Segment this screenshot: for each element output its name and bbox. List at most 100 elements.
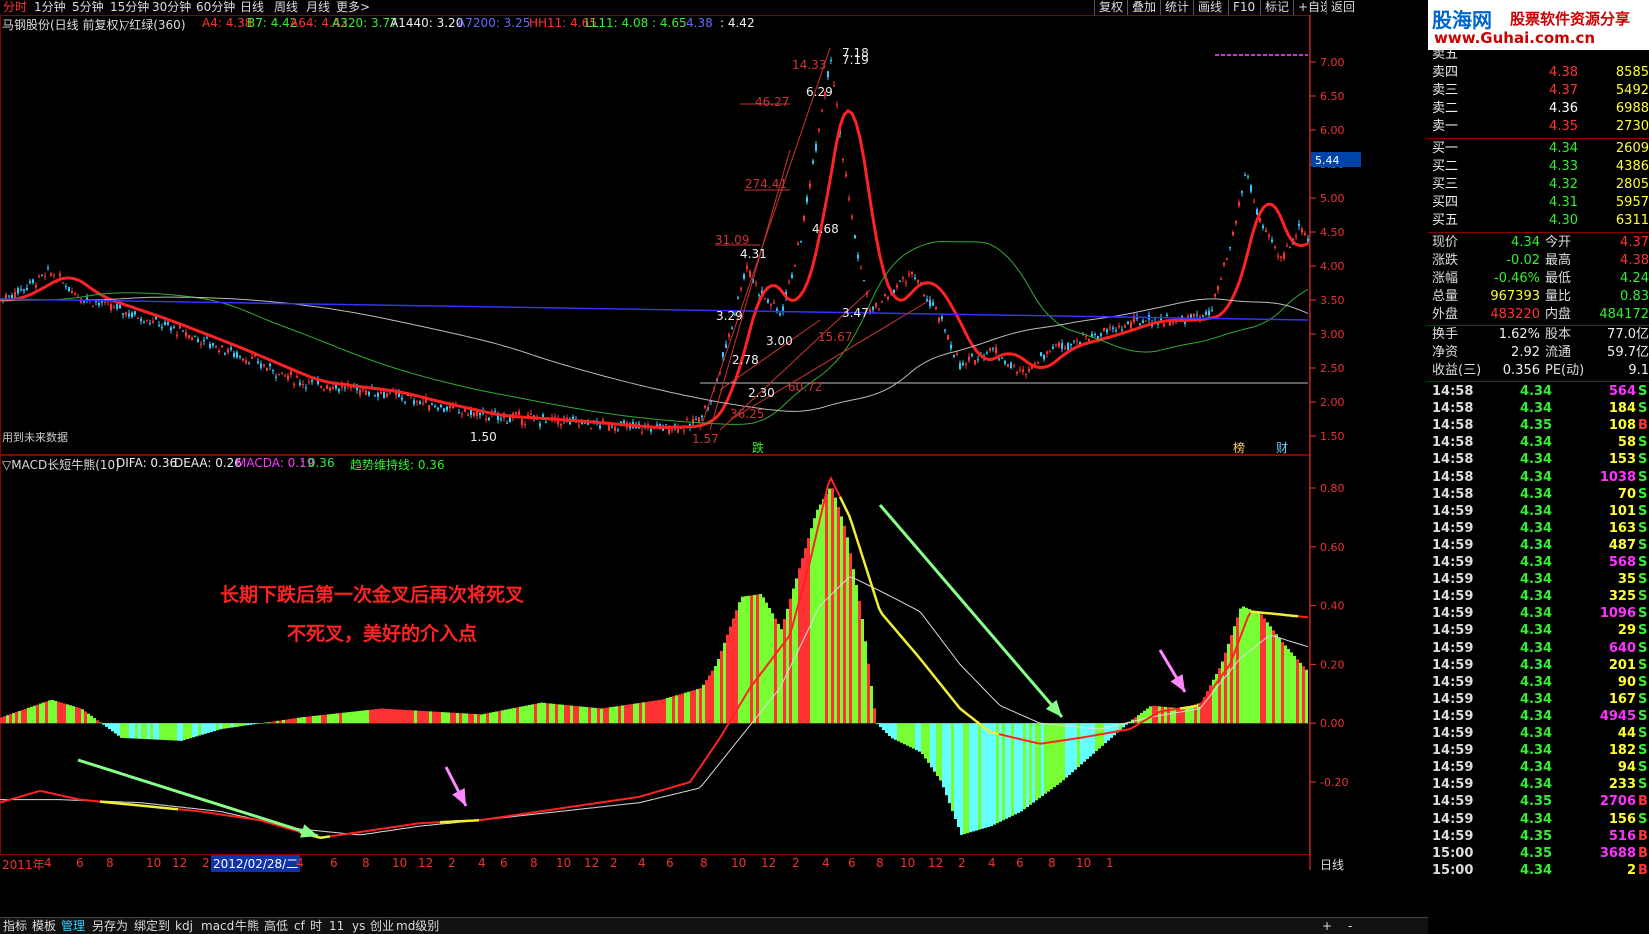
tick-time: 14:59 [1432, 555, 1474, 570]
price-annotation: 14.33 [792, 58, 826, 72]
buy-level-price: 4.30 [1549, 213, 1578, 228]
indicator-tab-1[interactable]: 模板 [32, 918, 56, 934]
indicator-tab-13[interactable]: 创业 [370, 918, 394, 934]
tick-price: 4.34 [1520, 384, 1553, 399]
indicator-tab-6[interactable]: macd [201, 918, 234, 934]
tick-row: 14:58 4.35 108 B [1428, 417, 1649, 434]
stat-value: 59.7亿 [1607, 345, 1649, 360]
stat-value: 2.92 [1511, 345, 1540, 360]
stat-value: 4.38 [1620, 253, 1649, 268]
tick-time: 14:59 [1432, 657, 1474, 673]
tick-side: S [1638, 435, 1648, 451]
tick-time: 14:59 [1432, 503, 1474, 519]
indicator-tab-3[interactable]: 另存为 [92, 918, 128, 934]
tick-volume: 94 [1617, 760, 1636, 776]
price-axis-label: 6.00 [1320, 124, 1345, 137]
tick-row: 14:58 4.34 564 S [1428, 383, 1649, 400]
price-axis-label: 3.00 [1320, 328, 1345, 341]
tick-row: 14:59 4.34 163 S [1428, 520, 1649, 537]
xaxis-period-label[interactable]: 日线 [1320, 856, 1344, 873]
tick-row: 14:59 4.34 640 S [1428, 640, 1649, 657]
ma-blue-line [0, 298, 1309, 321]
kline-chart[interactable]: 7.006.506.005.505.004.504.003.503.002.50… [0, 0, 1428, 917]
tick-price: 4.34 [1520, 589, 1553, 605]
indicator-tab-12[interactable]: ys [352, 918, 365, 934]
buy-level-volume: 4386 [1615, 159, 1649, 174]
buy-level-row: 买四 4.31 5957 [1428, 194, 1649, 212]
tick-price: 4.34 [1520, 777, 1553, 793]
buy-level-price: 4.34 [1549, 141, 1578, 156]
tick-side: S [1638, 726, 1648, 741]
tick-row: 14:58 4.34 58 S [1428, 434, 1649, 451]
tick-time: 14:58 [1432, 435, 1474, 451]
tick-side: S [1638, 708, 1648, 724]
tick-side: S [1638, 777, 1648, 793]
event-mark[interactable]: 跌 [752, 440, 764, 455]
tick-volume: 35 [1617, 572, 1636, 588]
macd-axis-label: -0.20 [1320, 776, 1348, 789]
stat-label: 最高 [1545, 253, 1572, 268]
tick-volume: 167 [1608, 691, 1636, 707]
tick-side: S [1638, 384, 1648, 399]
event-mark[interactable]: 榜 [1233, 440, 1245, 455]
sell-level-volume: 2730 [1615, 119, 1649, 134]
tick-volume: 487 [1608, 537, 1636, 553]
event-mark[interactable]: 财 [1276, 441, 1288, 455]
tick-price: 4.34 [1520, 708, 1553, 724]
stat-value: -0.46% [1494, 271, 1540, 286]
tick-price: 4.34 [1520, 640, 1553, 656]
indicator-tab-5[interactable]: kdj [175, 918, 193, 934]
sub-chart-frame [0, 455, 1310, 855]
price-annotation: 2.30 [748, 386, 775, 400]
tick-side: S [1638, 640, 1648, 656]
buy-level-volume: 6311 [1615, 213, 1649, 228]
annotation-line1: 长期下跌后第一次金叉后再次将死叉 [220, 584, 525, 606]
dif-line [0, 475, 1309, 839]
xaxis-date-box: 2012/02/28/二 [211, 855, 301, 872]
sell-level-row: 卖五 [1428, 46, 1649, 64]
price-annotation: 60.72 [788, 380, 822, 394]
price-annotation: 46.27 [755, 95, 789, 109]
tick-volume: 58 [1617, 435, 1636, 451]
buy-level-row: 买五 4.30 6311 [1428, 212, 1649, 230]
indicator-tab-2[interactable]: 管理 [61, 918, 85, 934]
indicator-tab-9[interactable]: cf [294, 918, 305, 934]
xaxis-tick: 4 [822, 856, 830, 870]
stat-label: 今开 [1545, 235, 1572, 250]
indicator-tab-8[interactable]: 高低 [264, 918, 288, 934]
tick-volume: 101 [1608, 503, 1636, 519]
buy-level-volume: 2609 [1615, 141, 1649, 156]
tick-price: 4.35 [1520, 828, 1553, 844]
price-annotation: 2.78 [732, 353, 759, 367]
sell-level-price: 4.36 [1549, 101, 1578, 116]
tick-side: B [1638, 828, 1648, 844]
tick-price: 4.34 [1520, 606, 1553, 622]
indicator-tab-10[interactable]: 时 [310, 918, 322, 934]
indicator-tab-11[interactable]: 11 [329, 918, 344, 934]
buy-level-row: 买三 4.32 2805 [1428, 176, 1649, 194]
tick-row: 14:59 4.34 90 S [1428, 674, 1649, 691]
indicator-tab-7[interactable]: 牛熊 [235, 918, 259, 934]
tick-time: 14:59 [1432, 794, 1474, 810]
tick-volume: 153 [1608, 452, 1636, 468]
stat-value: 483220 [1490, 307, 1540, 322]
indicator-tab-14[interactable]: md级别 [396, 918, 439, 934]
macd-histogram [0, 488, 1308, 835]
zoom-button-1[interactable]: - [1348, 918, 1352, 934]
tick-price: 4.34 [1520, 657, 1553, 673]
indicator-tab-4[interactable]: 绑定到 [134, 918, 170, 934]
buy-level-row: 买二 4.33 4386 [1428, 158, 1649, 176]
green-arrow-left [77, 758, 319, 838]
tick-price: 4.34 [1520, 811, 1553, 827]
stat-label: 涨跌 [1432, 253, 1459, 268]
zoom-button-0[interactable]: + [1322, 918, 1332, 934]
tick-volume: 564 [1608, 384, 1636, 399]
tick-side: S [1638, 657, 1648, 673]
indicator-tab-0[interactable]: 指标 [3, 918, 27, 934]
buy-level-price: 4.33 [1549, 159, 1578, 174]
xaxis-year: 2011年 [2, 858, 45, 872]
price-axis-label: 1.50 [1320, 430, 1345, 443]
sell-level-row: 卖四 4.38 8585 [1428, 64, 1649, 82]
xaxis-tick: 10 [1076, 856, 1092, 870]
tick-side: S [1638, 691, 1648, 707]
